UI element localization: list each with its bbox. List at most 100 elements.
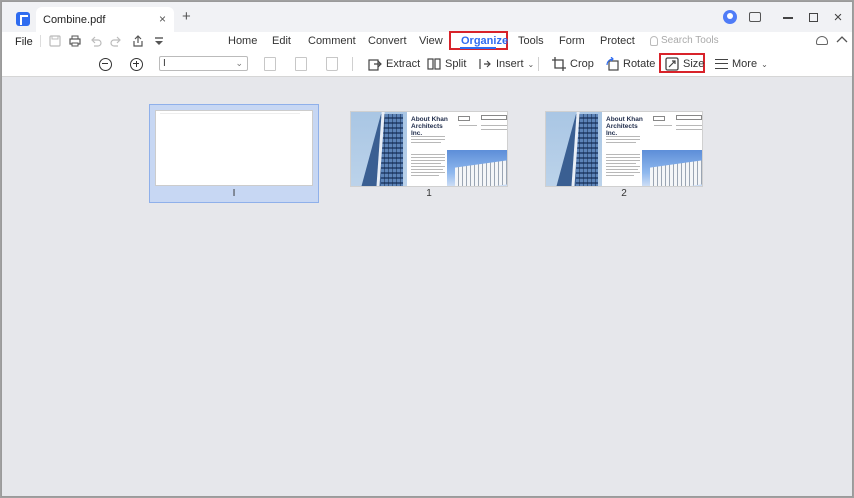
brochure-box [676,115,702,120]
search-tools-label: Search Tools [661,35,719,46]
save-icon[interactable] [49,35,61,47]
nav-convert[interactable]: Convert [368,35,407,47]
text-line [606,169,638,170]
document-tab[interactable]: Combine.pdf × [36,7,174,32]
insert-icon [479,59,491,69]
text-line [606,142,636,143]
resize-icon [665,57,679,71]
brochure-title: About Khan Architects Inc. [606,116,643,137]
active-tab-underline [460,47,496,49]
organize-toolbar: I ⌄ Extract Split Insert ⌄ Crop Rotate S… [2,51,852,77]
chevron-down-icon: ⌄ [761,59,768,69]
replace-page-button[interactable] [295,54,307,74]
page-label: 2 [621,188,627,199]
nav-protect[interactable]: Protect [600,35,635,47]
insert-blank-page-button[interactable] [264,54,276,74]
more-label: More [732,58,758,70]
zoom-in-icon [130,57,143,71]
tower-facade [576,114,598,186]
text-line [481,125,507,126]
chevron-down-icon: ⌄ [527,59,535,69]
customize-dropdown-icon[interactable] [153,35,165,47]
delete-page-button[interactable] [326,54,338,74]
text-line [411,136,445,137]
share-icon[interactable] [132,35,144,47]
page-thumbnails-area: I About Khan Architects Inc. 1 About Kha… [2,78,852,498]
nav-form[interactable]: Form [559,35,585,47]
maximize-button[interactable] [802,10,824,24]
zoom-out-icon [99,57,112,71]
undo-icon[interactable] [90,35,102,47]
more-button[interactable]: More ⌄ [715,54,768,74]
office-building-image [642,150,702,186]
crop-icon [552,57,566,71]
text-line [606,163,636,164]
nav-organize[interactable]: Organize [461,35,508,47]
zoom-in-button[interactable] [130,54,143,74]
new-tab-button[interactable]: + [182,9,191,24]
extract-button[interactable]: Extract [368,54,420,74]
nav-edit[interactable]: Edit [272,35,291,47]
page-replace-icon [295,57,307,71]
text-line [411,157,445,158]
trash-icon [326,57,338,71]
building-image [546,112,602,186]
size-label: Size [683,58,705,70]
minimize-icon [783,17,793,19]
nav-comment[interactable]: Comment [308,35,356,47]
extract-icon [368,59,382,71]
brochure-box [481,115,507,120]
text-line [411,175,439,176]
text-line [459,125,477,126]
zoom-out-button[interactable] [99,54,112,74]
page-add-icon [264,57,276,71]
page-thumbnail[interactable]: About Khan Architects Inc. [545,111,703,187]
menu-bar: File Home Edit Comment Convert View Orga… [2,31,852,51]
text-line [606,139,640,140]
text-line [606,175,634,176]
divider [40,35,41,47]
redo-icon[interactable] [110,35,122,47]
text-line [411,154,445,155]
text-line [411,172,445,173]
collapse-ribbon-icon[interactable] [836,34,848,44]
text-line [654,125,672,126]
crop-button[interactable]: Crop [552,54,594,74]
file-menu[interactable]: File [15,36,33,48]
building-facade [455,160,507,186]
split-button[interactable]: Split [427,54,466,74]
nav-view[interactable]: View [419,35,443,47]
close-window-button[interactable]: × [827,9,849,26]
message-icon[interactable] [749,12,761,22]
text-line [411,139,445,140]
cloud-upload-icon[interactable] [816,36,828,45]
page-range-select[interactable]: I ⌄ [159,56,248,71]
page-range-value: I [163,58,166,69]
insert-button[interactable]: Insert ⌄ [478,54,534,74]
text-line [606,166,640,167]
nav-tools[interactable]: Tools [518,35,544,47]
size-button[interactable]: Size [665,54,704,74]
app-logo-icon [16,12,30,26]
text-line [606,160,640,161]
text-line [676,125,702,126]
rotate-button[interactable]: Rotate [605,54,655,74]
nav-home[interactable]: Home [228,35,257,47]
user-avatar-icon[interactable] [723,10,737,24]
print-icon[interactable] [69,35,81,47]
page-thumbnail[interactable]: About Khan Architects Inc. [350,111,508,187]
extract-label: Extract [386,58,421,70]
insert-label: Insert [496,58,524,70]
crop-label: Crop [570,58,594,70]
building-image [351,112,407,186]
tab-close-icon[interactable]: × [159,12,166,26]
building-facade [650,160,702,186]
text-line [481,129,507,130]
minimize-button[interactable] [777,10,799,24]
blank-page-preview[interactable] [155,110,313,186]
title-bar-controls: × [723,2,852,32]
page-label: 1 [426,188,432,199]
app-window: Combine.pdf × + × File Home Edit Comment… [1,1,853,497]
search-tools[interactable]: Search Tools [650,35,719,46]
text-line [411,166,445,167]
